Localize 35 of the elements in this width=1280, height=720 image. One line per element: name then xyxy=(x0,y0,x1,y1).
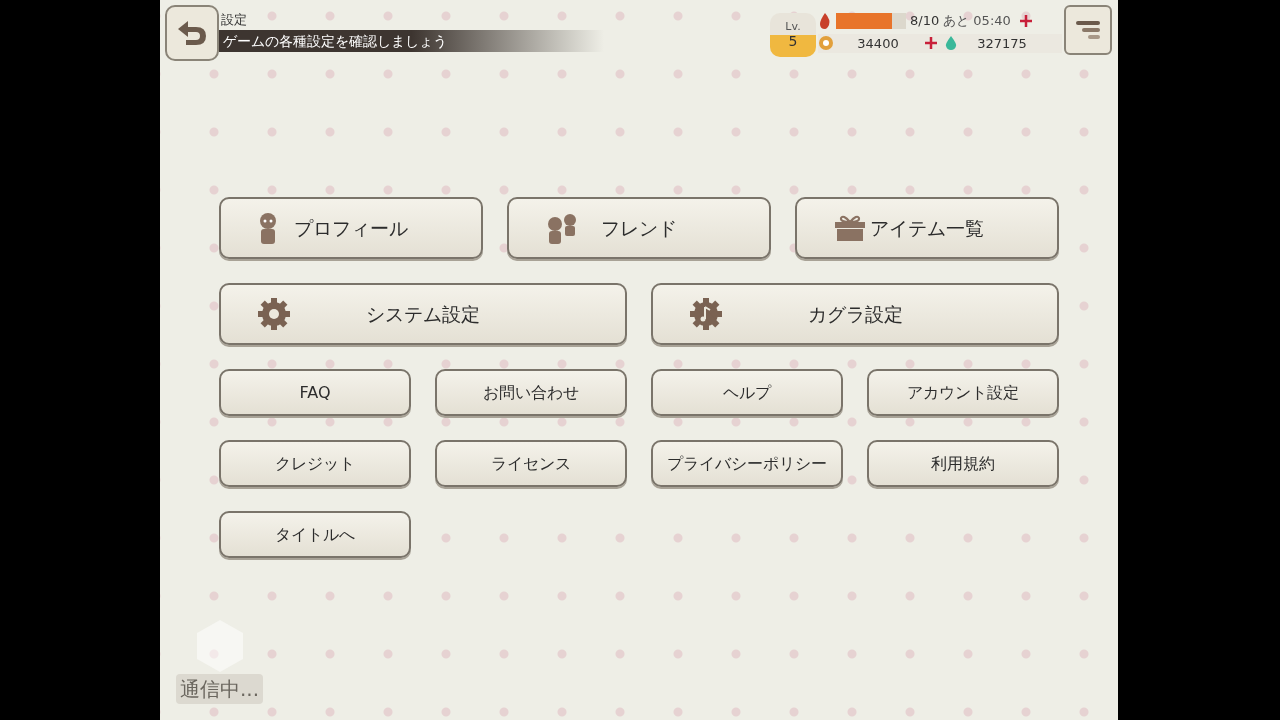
menu-button[interactable]: FAQ xyxy=(219,369,411,416)
gift-box-icon xyxy=(833,214,867,242)
plus-icon xyxy=(924,36,938,51)
menu-button[interactable]: クレジット xyxy=(219,440,411,487)
level-label: Lv. xyxy=(785,21,801,33)
droplet-icon xyxy=(944,35,958,52)
gear-icon xyxy=(257,297,291,331)
two-people-icon xyxy=(545,212,579,244)
menu-button[interactable]: プライバシーポリシー xyxy=(651,440,843,487)
page-subtitle: ゲームの各種設定を確認しましょう xyxy=(219,30,604,52)
menu-button[interactable]: ライセンス xyxy=(435,440,627,487)
plus-icon xyxy=(1019,13,1034,28)
level-value: 5 xyxy=(788,33,798,49)
gem-count: 327175 xyxy=(976,34,1028,53)
page-title: 設定 xyxy=(220,11,248,29)
menu-button[interactable]: 利用規約 xyxy=(867,440,1059,487)
menu-button[interactable]: アイテム一覧 xyxy=(795,197,1059,259)
menu-button[interactable]: お問い合わせ xyxy=(435,369,627,416)
person-icon xyxy=(257,212,279,244)
menu-button[interactable]: システム設定 xyxy=(219,283,627,345)
gear-note-icon xyxy=(689,297,723,331)
loading-text: 通信中... xyxy=(176,674,264,704)
back-button[interactable] xyxy=(165,5,219,61)
menu-button[interactable]: フレンド xyxy=(507,197,771,259)
menu-icon xyxy=(1074,19,1102,41)
stamina-count: 8/10 xyxy=(910,12,940,29)
menu-button[interactable] xyxy=(1064,5,1112,55)
menu-button[interactable]: アカウント設定 xyxy=(867,369,1059,416)
back-arrow-icon xyxy=(176,19,208,47)
menu-button[interactable]: タイトルへ xyxy=(219,511,411,558)
menu-button[interactable]: ヘルプ xyxy=(651,369,843,416)
stamina-timer: あと 05:40 xyxy=(943,12,1012,30)
menu-button[interactable]: プロフィール xyxy=(219,197,483,259)
menu-button[interactable]: カグラ設定 xyxy=(651,283,1059,345)
coin-count: 34400 xyxy=(856,34,900,53)
